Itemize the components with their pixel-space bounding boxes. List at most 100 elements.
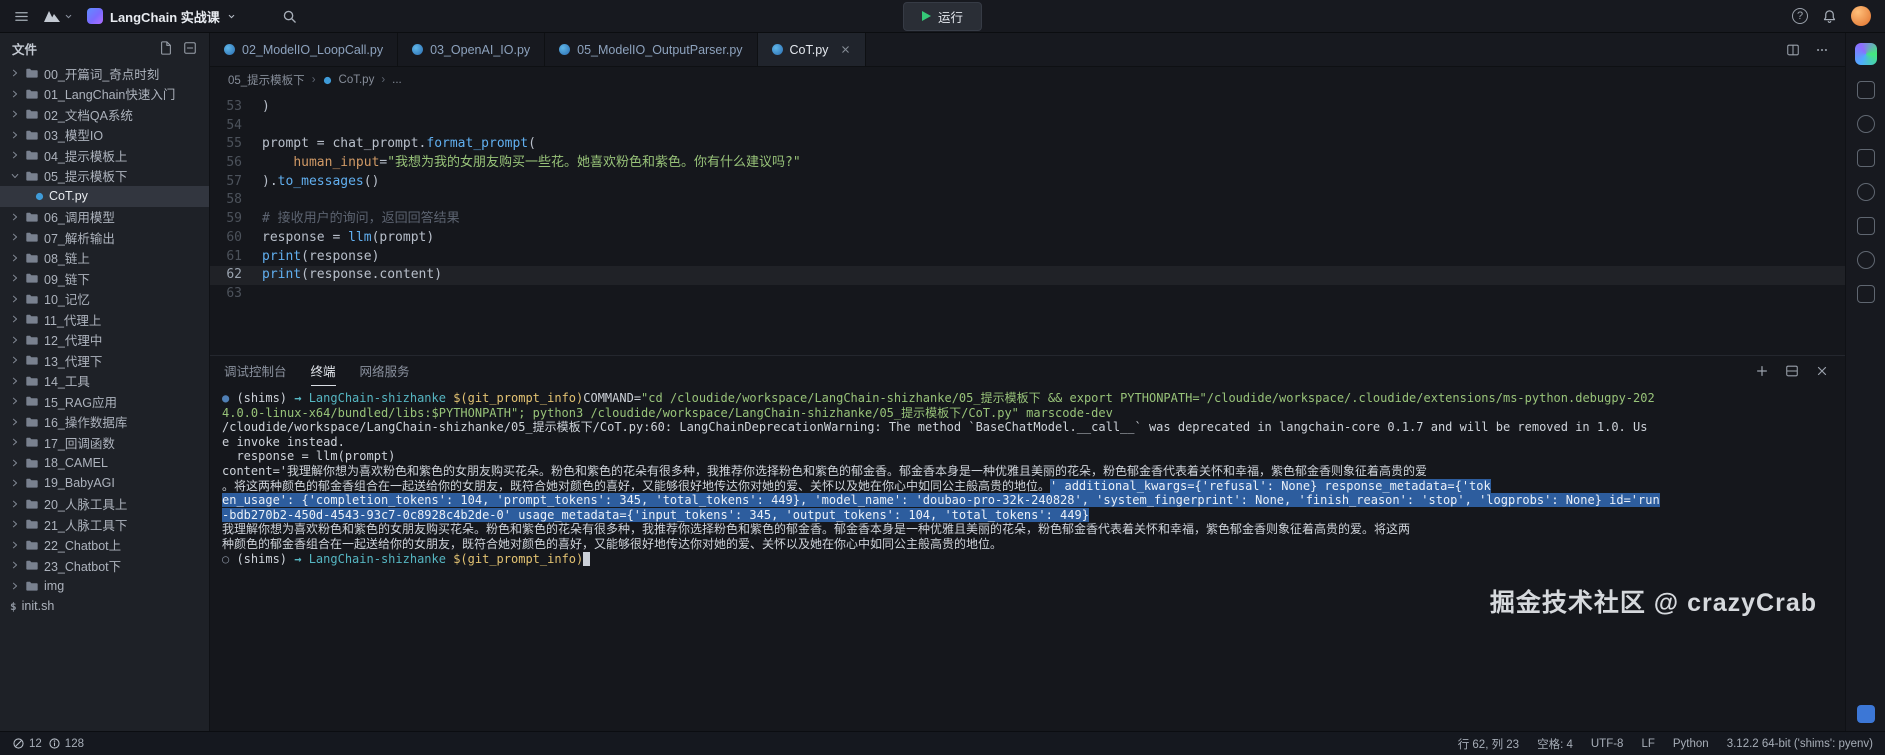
problems-indicator[interactable]: 12 128	[12, 737, 84, 750]
tree-item-20_人脉工具上[interactable]: 20_人脉工具上	[0, 494, 209, 515]
close-icon[interactable]	[840, 44, 851, 55]
tree-item-05_提示模板下[interactable]: 05_提示模板下	[0, 166, 209, 187]
split-panel-icon[interactable]	[1785, 364, 1799, 378]
panel-tab-网络服务[interactable]: 网络服务	[360, 356, 410, 386]
tree-item-07_解析输出[interactable]: 07_解析输出	[0, 227, 209, 248]
tree-item-23_Chatbot下[interactable]: 23_Chatbot下	[0, 555, 209, 576]
panel-tab-终端[interactable]: 终端	[311, 356, 336, 386]
tree-item-init.sh[interactable]: $init.sh	[0, 596, 209, 617]
database-icon[interactable]	[1857, 251, 1875, 269]
tab-03_OpenAI_IO.py[interactable]: 03_OpenAI_IO.py	[398, 33, 545, 66]
tree-item-01_LangChain快速入门[interactable]: 01_LangChain快速入门	[0, 84, 209, 105]
remote-panel-icon[interactable]	[1857, 705, 1875, 723]
tab-02_ModelIO_LoopCall.py[interactable]: 02_ModelIO_LoopCall.py	[210, 33, 398, 66]
search-tool-icon[interactable]	[1857, 115, 1875, 133]
tree-item-17_回调函数[interactable]: 17_回调函数	[0, 432, 209, 453]
play-icon	[922, 11, 931, 21]
marscode-logo-icon[interactable]	[43, 9, 73, 23]
tree-item-00_开篇词_奇点时刻[interactable]: 00_开篇词_奇点时刻	[0, 63, 209, 84]
code-line-53[interactable]: 53)	[210, 98, 1845, 117]
tree-item-13_代理下[interactable]: 13_代理下	[0, 350, 209, 371]
tree-item-19_BabyAGI[interactable]: 19_BabyAGI	[0, 473, 209, 494]
code-line-60[interactable]: 60response = llm(prompt)	[210, 229, 1845, 248]
folder-icon	[25, 230, 39, 244]
code-line-55[interactable]: 55prompt = chat_prompt.format_prompt(	[210, 135, 1845, 154]
tree-item-15_RAG应用[interactable]: 15_RAG应用	[0, 391, 209, 412]
chevron-down-icon	[227, 12, 236, 21]
help-icon[interactable]	[1792, 8, 1808, 24]
tree-item-16_操作数据库[interactable]: 16_操作数据库	[0, 412, 209, 433]
terminal-output[interactable]: ● (shims) → LangChain-shizhanke $(git_pr…	[210, 386, 1845, 731]
breadcrumb-item[interactable]: ...	[392, 74, 402, 86]
code-line-56[interactable]: 56 human_input="我想为我的女朋友购买一些花。她喜欢粉色和紫色。你…	[210, 154, 1845, 173]
code-editor[interactable]: 53)5455prompt = chat_prompt.format_promp…	[210, 93, 1845, 355]
run-button[interactable]: 运行	[903, 2, 982, 31]
file-label: 00_开篇词_奇点时刻	[44, 64, 159, 83]
code-line-61[interactable]: 61print(response)	[210, 248, 1845, 267]
breadcrumb-item[interactable]: 05_提示模板下	[228, 72, 305, 88]
collapse-all-icon[interactable]	[183, 41, 197, 55]
menu-icon[interactable]	[14, 9, 29, 24]
status-item[interactable]: 空格: 4	[1537, 736, 1573, 752]
code-line-57[interactable]: 57).to_messages()	[210, 173, 1845, 192]
terminal-line: response = llm(prompt)	[222, 449, 1845, 464]
code-line-58[interactable]: 58	[210, 191, 1845, 210]
warning-count: 128	[65, 738, 84, 750]
tree-item-06_调用模型[interactable]: 06_调用模型	[0, 207, 209, 228]
status-item[interactable]: 行 62, 列 23	[1458, 736, 1519, 752]
new-file-icon[interactable]	[159, 41, 173, 55]
panel-tab-调试控制台[interactable]: 调试控制台	[224, 356, 287, 386]
search-icon[interactable]	[282, 9, 297, 24]
code-line-54[interactable]: 54	[210, 117, 1845, 136]
tree-item-22_Chatbot上[interactable]: 22_Chatbot上	[0, 535, 209, 556]
bell-icon[interactable]	[1822, 9, 1837, 24]
new-terminal-icon[interactable]	[1755, 364, 1769, 378]
extensions-icon[interactable]	[1857, 217, 1875, 235]
ai-assistant-icon[interactable]	[1855, 43, 1877, 65]
code-line-59[interactable]: 59# 接收用户的询问，返回回答结果	[210, 210, 1845, 229]
tree-item-10_记忆[interactable]: 10_记忆	[0, 289, 209, 310]
line-number: 63	[210, 285, 262, 304]
folder-icon	[25, 415, 39, 429]
avatar[interactable]	[1851, 6, 1871, 26]
file-label: 14_工具	[44, 371, 90, 390]
chevron-right-icon	[10, 253, 20, 263]
code-line-63[interactable]: 63	[210, 285, 1845, 304]
chat-icon[interactable]	[1857, 285, 1875, 303]
tree-item-02_文档QA系统[interactable]: 02_文档QA系统	[0, 104, 209, 125]
status-item[interactable]: LF	[1641, 738, 1654, 750]
course-icon	[87, 8, 103, 24]
tree-item-18_CAMEL[interactable]: 18_CAMEL	[0, 453, 209, 474]
tree-item-img[interactable]: img	[0, 576, 209, 597]
preview-icon[interactable]	[1857, 81, 1875, 99]
project-switcher[interactable]: LangChain 实战课	[87, 7, 236, 26]
status-item[interactable]: 3.12.2 64-bit ('shims': pyenv)	[1727, 738, 1873, 750]
chevron-right-icon	[10, 478, 20, 488]
status-item[interactable]: Python	[1673, 738, 1709, 750]
tree-item-CoT.py[interactable]: CoT.py	[0, 186, 209, 207]
close-panel-icon[interactable]	[1815, 364, 1829, 378]
tree-item-04_提示模板上[interactable]: 04_提示模板上	[0, 145, 209, 166]
tree-item-14_工具[interactable]: 14_工具	[0, 371, 209, 392]
breadcrumb: 05_提示模板下›CoT.py›...	[210, 67, 1845, 93]
tab-CoT.py[interactable]: CoT.py	[758, 33, 867, 66]
tree-item-11_代理上[interactable]: 11_代理上	[0, 309, 209, 330]
folder-icon	[25, 579, 39, 593]
tree-item-09_链下[interactable]: 09_链下	[0, 268, 209, 289]
more-actions-icon[interactable]	[1815, 43, 1829, 57]
tree-item-12_代理中[interactable]: 12_代理中	[0, 330, 209, 351]
folder-icon	[25, 128, 39, 142]
tree-item-08_链上[interactable]: 08_链上	[0, 248, 209, 269]
tree-item-21_人脉工具下[interactable]: 21_人脉工具下	[0, 514, 209, 535]
split-editor-icon[interactable]	[1786, 43, 1800, 57]
chevron-right-icon	[10, 294, 20, 304]
code-line-62[interactable]: 62print(response.content)	[210, 266, 1845, 285]
tree-item-03_模型IO[interactable]: 03_模型IO	[0, 125, 209, 146]
breadcrumb-item[interactable]: CoT.py	[339, 74, 375, 86]
tab-05_ModelIO_OutputParser.py[interactable]: 05_ModelIO_OutputParser.py	[545, 33, 757, 66]
breadcrumb-separator: ›	[381, 74, 385, 86]
folder-icon	[25, 476, 39, 490]
run-tool-icon[interactable]	[1857, 183, 1875, 201]
status-item[interactable]: UTF-8	[1591, 738, 1624, 750]
notebook-icon[interactable]	[1857, 149, 1875, 167]
